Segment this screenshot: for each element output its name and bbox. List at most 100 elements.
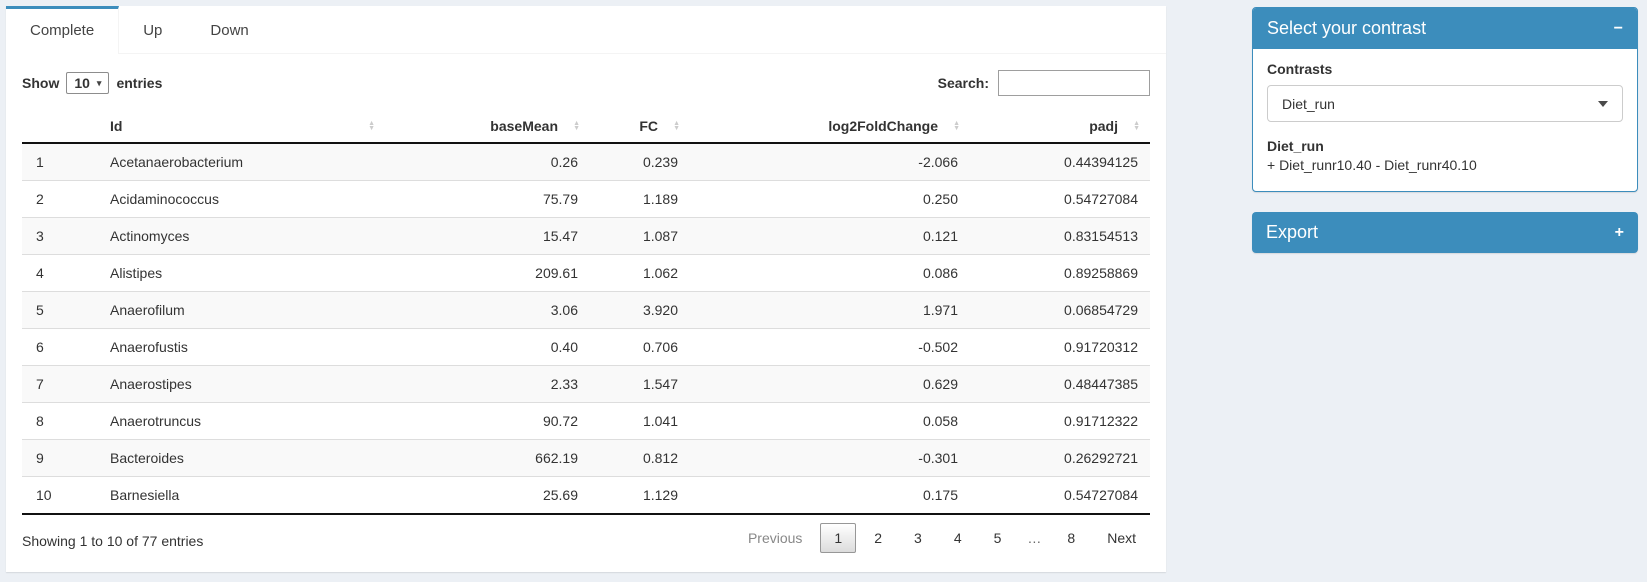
table-cell: 25.69 xyxy=(385,477,590,515)
table-cell: 3.920 xyxy=(590,292,690,329)
table-cell: 0.83154513 xyxy=(970,218,1150,255)
table-cell: 1.547 xyxy=(590,366,690,403)
table-cell: 1.189 xyxy=(590,181,690,218)
table-panel: Show 10 ▾ entries Search: Id▲▼baseMean▲▼… xyxy=(6,54,1166,553)
contrast-box-header[interactable]: Select your contrast − xyxy=(1253,8,1637,49)
pagination-page-4[interactable]: 4 xyxy=(940,523,976,553)
table-cell: Acidaminococcus xyxy=(100,181,385,218)
table-cell: 6 xyxy=(22,329,100,366)
table-cell: 0.40 xyxy=(385,329,590,366)
table-row: 6Anaerofustis0.400.706-0.5020.91720312 xyxy=(22,329,1150,366)
table-cell: 3 xyxy=(22,218,100,255)
table-cell: Barnesiella xyxy=(100,477,385,515)
tab-complete[interactable]: Complete xyxy=(6,6,119,54)
table-cell: Anaerostipes xyxy=(100,366,385,403)
results-card: Complete Up Down Show 10 ▾ entries Searc… xyxy=(6,6,1166,572)
column-header-padj[interactable]: padj▲▼ xyxy=(970,110,1150,143)
table-row: 8Anaerotruncus90.721.0410.0580.91712322 xyxy=(22,403,1150,440)
table-cell: 0.54727084 xyxy=(970,181,1150,218)
table-cell: 0.91712322 xyxy=(970,403,1150,440)
table-cell: Actinomyces xyxy=(100,218,385,255)
contrasts-label: Contrasts xyxy=(1267,61,1623,77)
table-cell: 0.26 xyxy=(385,143,590,181)
table-row: 5Anaerofilum3.063.9201.9710.06854729 xyxy=(22,292,1150,329)
table-cell: 0.250 xyxy=(690,181,970,218)
table-cell: 209.61 xyxy=(385,255,590,292)
table-cell: -0.301 xyxy=(690,440,970,477)
tab-up[interactable]: Up xyxy=(119,6,186,53)
table-info: Showing 1 to 10 of 77 entries xyxy=(22,527,203,549)
table-cell: 1 xyxy=(22,143,100,181)
table-row: 3Actinomyces15.471.0870.1210.83154513 xyxy=(22,218,1150,255)
table-cell: 0.48447385 xyxy=(970,366,1150,403)
table-cell: 10 xyxy=(22,477,100,515)
table-cell: 1.087 xyxy=(590,218,690,255)
table-cell: 4 xyxy=(22,255,100,292)
table-cell: 1.041 xyxy=(590,403,690,440)
pagination-page-8[interactable]: 8 xyxy=(1053,523,1089,553)
table-cell: Alistipes xyxy=(100,255,385,292)
sidebar: Select your contrast − Contrasts Diet_ru… xyxy=(1252,7,1638,253)
table-cell: Anaerotruncus xyxy=(100,403,385,440)
table-cell: 0.239 xyxy=(590,143,690,181)
table-cell: 0.812 xyxy=(590,440,690,477)
sort-icon: ▲▼ xyxy=(573,121,580,131)
table-cell: 1.971 xyxy=(690,292,970,329)
table-row: 2Acidaminococcus75.791.1890.2500.5472708… xyxy=(22,181,1150,218)
tab-down[interactable]: Down xyxy=(186,6,272,53)
table-cell: 0.89258869 xyxy=(970,255,1150,292)
table-cell: Anaerofilum xyxy=(100,292,385,329)
table-cell: 90.72 xyxy=(385,403,590,440)
contrast-formula: + Diet_runr10.40 - Diet_runr40.10 xyxy=(1267,157,1623,173)
table-cell: Bacteroides xyxy=(100,440,385,477)
column-header-log2foldchange[interactable]: log2FoldChange▲▼ xyxy=(690,110,970,143)
table-cell: 0.06854729 xyxy=(970,292,1150,329)
expand-icon[interactable]: + xyxy=(1615,225,1624,241)
pagination-previous[interactable]: Previous xyxy=(734,523,816,553)
search-control: Search: xyxy=(938,70,1150,96)
tab-bar: Complete Up Down xyxy=(6,6,1166,54)
show-label: Show xyxy=(22,75,59,91)
sort-icon: ▲▼ xyxy=(953,121,960,131)
table-row: 4Alistipes209.611.0620.0860.89258869 xyxy=(22,255,1150,292)
column-label: Id xyxy=(110,118,122,134)
table-header-row: Id▲▼baseMean▲▼FC▲▼log2FoldChange▲▼padj▲▼ xyxy=(22,110,1150,143)
table-cell: 5 xyxy=(22,292,100,329)
table-cell: 3.06 xyxy=(385,292,590,329)
results-table: Id▲▼baseMean▲▼FC▲▼log2FoldChange▲▼padj▲▼… xyxy=(22,110,1150,515)
table-cell: 75.79 xyxy=(385,181,590,218)
contrast-select[interactable]: Diet_run xyxy=(1267,85,1623,122)
contrast-box-title: Select your contrast xyxy=(1267,18,1426,39)
table-row: 1Acetanaerobacterium0.260.239-2.0660.443… xyxy=(22,143,1150,181)
pagination-next[interactable]: Next xyxy=(1093,523,1150,553)
pagination-page-3[interactable]: 3 xyxy=(900,523,936,553)
column-header-fc[interactable]: FC ▲▼ xyxy=(590,110,690,143)
table-cell: 0.54727084 xyxy=(970,477,1150,515)
table-cell: 1.062 xyxy=(590,255,690,292)
table-cell: 2 xyxy=(22,181,100,218)
search-input[interactable] xyxy=(998,70,1150,96)
page-length-select[interactable]: 10 ▾ xyxy=(66,72,109,94)
sort-icon: ▲▼ xyxy=(673,121,680,131)
pagination-ellipsis: … xyxy=(1019,523,1049,553)
collapse-icon[interactable]: − xyxy=(1614,21,1623,37)
table-cell: 8 xyxy=(22,403,100,440)
export-box-header[interactable]: Export + xyxy=(1252,212,1638,253)
column-header-id[interactable]: Id▲▼ xyxy=(100,110,385,143)
pagination-page-5[interactable]: 5 xyxy=(980,523,1016,553)
pagination-page-2[interactable]: 2 xyxy=(860,523,896,553)
table-cell: 0.706 xyxy=(590,329,690,366)
table-cell: Anaerofustis xyxy=(100,329,385,366)
contrast-select-value: Diet_run xyxy=(1282,96,1335,112)
contrast-name: Diet_run xyxy=(1267,138,1623,154)
table-cell: 0.91720312 xyxy=(970,329,1150,366)
search-label: Search: xyxy=(938,75,989,91)
table-body: 1Acetanaerobacterium0.260.239-2.0660.443… xyxy=(22,143,1150,514)
column-header-rownum xyxy=(22,110,100,143)
table-cell: Acetanaerobacterium xyxy=(100,143,385,181)
column-label: FC xyxy=(639,118,658,134)
pagination-page-1[interactable]: 1 xyxy=(820,523,856,553)
pagination: Previous12345…8Next xyxy=(730,523,1150,553)
column-header-basemean[interactable]: baseMean▲▼ xyxy=(385,110,590,143)
contrast-box: Select your contrast − Contrasts Diet_ru… xyxy=(1252,7,1638,192)
